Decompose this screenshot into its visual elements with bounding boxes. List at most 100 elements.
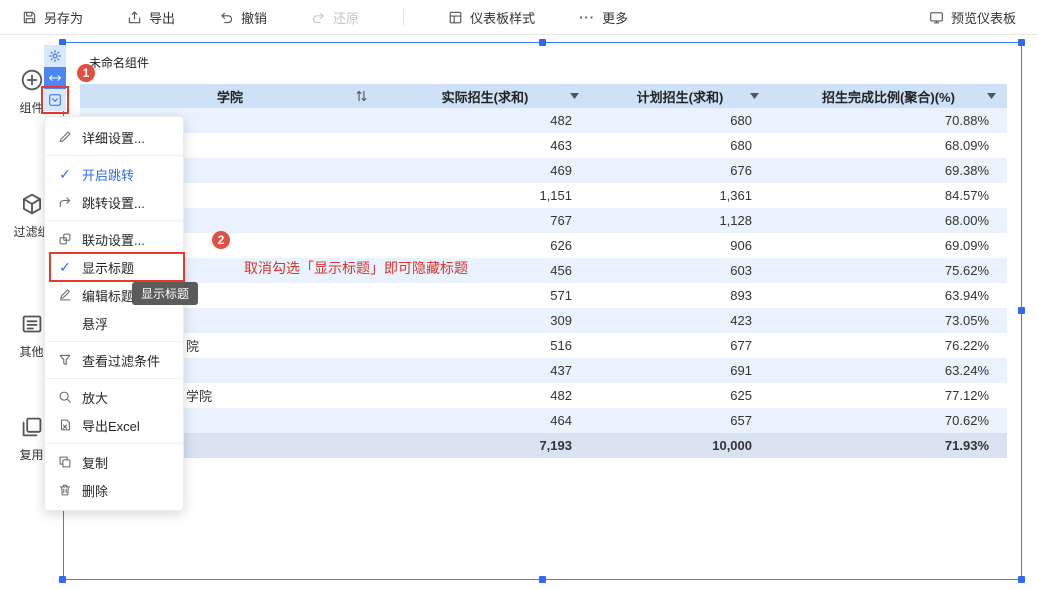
selection-handle[interactable] [1018, 576, 1025, 583]
sort-icon[interactable] [354, 89, 369, 104]
selection-handle[interactable] [1018, 307, 1025, 314]
toolbar-dashboard-style-button[interactable]: 仪表板样式 [448, 8, 535, 27]
table-row[interactable]: 学院 482 625 77.12% [80, 383, 1007, 408]
annotation-note: 取消勾选「显示标题」即可隐藏标题 [244, 260, 468, 276]
cell-ratio: 77.12% [944, 388, 989, 403]
cell-ratio: 63.24% [944, 363, 989, 378]
gear-icon [48, 49, 62, 63]
title-tooltip: 显示标题 [132, 282, 199, 305]
check-icon: ✓ [59, 166, 71, 182]
menu-divider [45, 155, 183, 156]
column-label: 学院 [216, 89, 243, 105]
arrows-h-icon [48, 71, 62, 85]
trash-icon [57, 483, 73, 497]
menu-item-label: 放大 [82, 390, 109, 406]
table-row[interactable]: 1,151 1,361 84.57% [80, 183, 1007, 208]
cell-plan: 680 [730, 113, 752, 128]
menu-item-zoom-in[interactable]: 放大 [45, 383, 183, 411]
widget-settings-button[interactable] [44, 45, 66, 67]
preview-dashboard-button[interactable]: 预览仪表板 [929, 8, 1016, 27]
widget-menu-button[interactable] [41, 86, 69, 114]
menu-item-jump-settings[interactable]: 跳转设置... [45, 188, 183, 216]
toolbar-save-as-button[interactable]: 另存为 [22, 8, 83, 27]
menu-item-label: 开启跳转 [82, 167, 135, 183]
monitor-icon [929, 10, 944, 25]
table-header-row: 学院 实际招生(求和) 计划招生(求和) 招生完成比例(聚合)(%) [80, 84, 1007, 108]
menu-divider [45, 341, 183, 342]
table-row[interactable]: 463 680 68.09% [80, 133, 1007, 158]
menu-item-linkage-settings[interactable]: 联动设置... [45, 225, 183, 253]
cell-actual: 1,151 [539, 188, 572, 203]
cell-plan: 906 [730, 238, 752, 253]
edit-title-icon [57, 288, 73, 302]
cell-ratio: 68.09% [944, 138, 989, 153]
cell-plan: 10,000 [712, 438, 752, 453]
cell-actual: 571 [550, 288, 572, 303]
column-label: 计划招生(求和) [636, 89, 724, 105]
table-row[interactable]: 482 680 70.88% [80, 108, 1007, 133]
selection-handle[interactable] [539, 39, 546, 46]
table-widget[interactable]: 未命名组件 学院 实际招生(求和) 计划招生(求和) 招生完成比例(聚合)(%) 48… [63, 42, 1022, 580]
toolbar-save-as-label: 另存为 [44, 10, 84, 26]
caret-down-icon[interactable] [750, 93, 759, 99]
table-row[interactable]: 469 676 69.38% [80, 158, 1007, 183]
widget-mini-toolbar [41, 45, 69, 114]
table-row[interactable]: 456 603 75.62% [80, 258, 1007, 283]
selection-handle[interactable] [1018, 39, 1025, 46]
zoom-icon [57, 390, 73, 404]
table-row[interactable]: 464 657 70.62% [80, 408, 1007, 433]
cell-actual: 516 [550, 338, 572, 353]
toolbar-export-button[interactable]: 导出 [127, 8, 175, 27]
caret-down-icon[interactable] [570, 93, 579, 99]
context-menu: 详细设置... ✓ 开启跳转 跳转设置... 联动设置... ✓ 显示标题 编辑标题 悬浮 查看过… [44, 116, 185, 511]
sidebar-item-label: 复用 [19, 448, 44, 462]
column-header-actual[interactable]: 实际招生(求和) [380, 84, 590, 108]
cell-plan: 1,128 [719, 213, 752, 228]
table-row[interactable]: 437 691 63.24% [80, 358, 1007, 383]
cell-ratio: 70.88% [944, 113, 989, 128]
menu-item-detail-settings[interactable]: 详细设置... [45, 123, 183, 151]
menu-item-delete[interactable]: 删除 [45, 476, 183, 504]
cell-actual: 464 [550, 413, 572, 428]
check-icon: ✓ [59, 259, 71, 275]
cell-actual: 463 [550, 138, 572, 153]
menu-item-enable-jump[interactable]: ✓ 开启跳转 [45, 160, 183, 188]
menu-item-copy[interactable]: 复制 [45, 448, 183, 476]
toolbar-redo-button[interactable]: 还原 [311, 8, 359, 27]
menu-item-export-excel[interactable]: 导出Excel [45, 411, 183, 439]
cell-plan: 657 [730, 413, 752, 428]
excel-icon [57, 418, 73, 432]
link-icon [57, 232, 73, 246]
menu-item-view-filter[interactable]: 查看过滤条件 [45, 346, 183, 374]
cell-ratio: 76.22% [944, 338, 989, 353]
cell-actual: 767 [550, 213, 572, 228]
selection-handle[interactable] [59, 576, 66, 583]
step-2-badge: 2 [212, 231, 230, 249]
toolbar-right: 预览仪表板 [929, 8, 1016, 27]
table-row[interactable]: 院 516 677 76.22% [80, 333, 1007, 358]
step-1-badge: 1 [77, 64, 95, 82]
toolbar-undo-button[interactable]: 撤销 [219, 8, 267, 27]
menu-item-show-title[interactable]: ✓ 显示标题 [45, 252, 185, 282]
cell-ratio: 73.05% [944, 313, 989, 328]
table-row[interactable]: 571 893 63.94% [80, 283, 1007, 308]
menu-item-label: 删除 [82, 483, 109, 499]
toolbar-export-label: 导出 [149, 10, 176, 26]
caret-down-icon[interactable] [987, 93, 996, 99]
widget-resize-button[interactable] [44, 67, 66, 89]
plus-circle-icon [20, 68, 44, 92]
cell-plan: 893 [730, 288, 752, 303]
menu-item-label: 详细设置... [82, 130, 145, 146]
table-row[interactable]: 767 1,128 68.00% [80, 208, 1007, 233]
menu-divider [45, 443, 183, 444]
column-header-college[interactable]: 学院 [80, 84, 380, 108]
table-total-row[interactable]: 7,193 10,000 71.93% [80, 433, 1007, 458]
table-row[interactable]: 309 423 73.05% [80, 308, 1007, 333]
menu-item-label: 导出Excel [82, 418, 140, 434]
app: 另存为 导出 撤销 还原 仪表板样式 ··· 更多 预览仪表板 组件 过滤组 其他 复用 未命名组… [0, 0, 1038, 589]
menu-item-float[interactable]: 悬浮 [45, 309, 183, 337]
column-header-plan[interactable]: 计划招生(求和) [590, 84, 770, 108]
selection-handle[interactable] [539, 576, 546, 583]
toolbar-more-button[interactable]: ··· 更多 [579, 8, 628, 27]
column-header-ratio[interactable]: 招生完成比例(聚合)(%) [770, 84, 1007, 108]
